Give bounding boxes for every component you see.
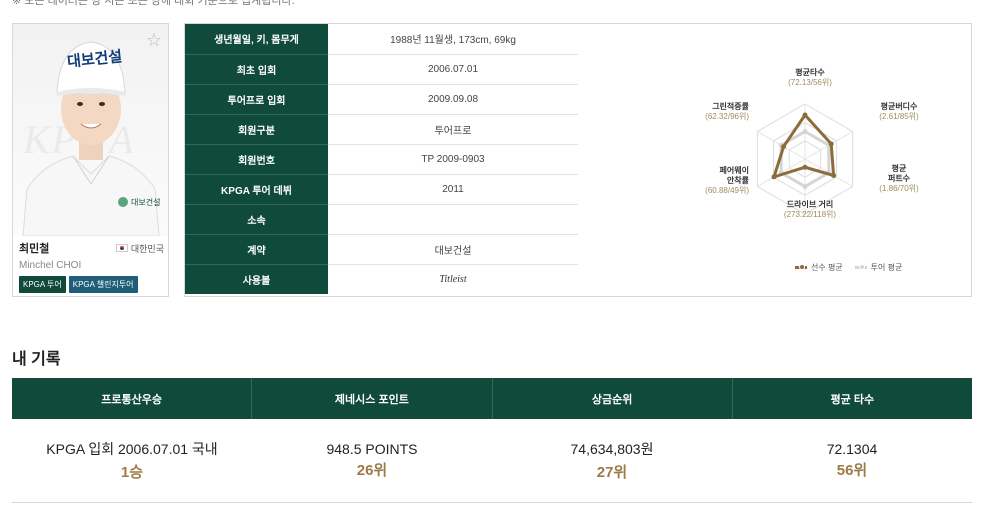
radar-title-drive-distance: 드라이브 거리 (786, 200, 834, 209)
legend-tour-line-icon (854, 264, 867, 270)
player-info-box: 생년월일, 키, 몸무게 1988년 11월생, 173cm, 69kg 최초 입… (184, 23, 972, 297)
radar-label-avg-birdie: 평균버디수 (2.61/85위) (869, 102, 929, 122)
records-cell-prize: 74,634,803원 27위 (492, 419, 732, 502)
legend-tour-label: 투어 평균 (870, 263, 903, 272)
legend-player-label: 선수 평균 (811, 263, 843, 272)
records-header-genesis: 제네시스 포인트 (252, 378, 493, 419)
info-label-birth: 생년월일, 키, 몸무게 (185, 24, 328, 55)
records-wins-main: KPGA 입회 2006.07.01 국내 (46, 441, 218, 457)
info-value-member-type: 투어프로 (328, 114, 578, 145)
records-header-wins: 프로통산우승 (12, 378, 253, 419)
player-english-name: Minchel CHOI (19, 260, 82, 271)
radar-series-player-point (771, 174, 777, 180)
records-prize-main: 74,634,803원 (570, 441, 654, 457)
records-genesis-sub: 26위 (356, 462, 388, 479)
info-label-member-no: 회원번호 (185, 144, 328, 175)
records-cell-genesis: 948.5 POINTS 26위 (252, 419, 492, 502)
radar-title-fairway-2: 안착률 (726, 176, 749, 185)
titleist-logo: Titleist (439, 273, 467, 285)
player-info-table: 생년월일, 키, 몸무게 1988년 11월생, 173cm, 69kg 최초 입… (185, 24, 578, 294)
favorite-star-icon[interactable]: ☆ (146, 30, 162, 51)
radar-value-drive-distance: (273.22/118위) (783, 210, 837, 219)
info-label-member-type: 회원구분 (185, 114, 328, 145)
radar-value-gir: (62.32/96위) (705, 112, 749, 121)
info-label-contract: 계약 (185, 234, 328, 265)
records-avg-score-main: 72.1304 (826, 441, 878, 457)
info-value-tourpro-join: 2009.09.08 (328, 84, 578, 115)
player-country: 대한민국 (115, 242, 164, 255)
records-cell-avg-score: 72.1304 56위 (732, 419, 972, 502)
radar-label-avg-score: 평균타수 (72.13/56위) (780, 68, 840, 88)
radar-label-fairway: 페어웨이 안착률 (60.88/49위) (689, 166, 749, 196)
radar-title-avg-putt-1: 평균 (891, 164, 907, 173)
info-value-affiliation (328, 204, 578, 235)
radar-label-avg-putt: 평균 퍼트수 (1.86/70위) (869, 164, 929, 194)
radar-series-player-point (802, 164, 808, 170)
korea-flag-icon (115, 244, 128, 252)
badge-kpga-challenge-tour[interactable]: KPGA 챌린지투어 (68, 276, 138, 293)
records-wins-sub: 1승 (120, 464, 144, 481)
info-value-contract: 대보건설 (328, 234, 578, 265)
info-value-birth: 1988년 11월생, 173cm, 69kg (328, 24, 578, 55)
info-label-tourpro-join: 투어프로 입회 (185, 84, 328, 115)
radar-series-tour-point (802, 184, 808, 189)
badge-kpga-tour[interactable]: KPGA 투어 (19, 276, 66, 293)
radar-value-avg-putt: (1.86/70위) (879, 184, 919, 193)
radar-series-tour-point (802, 129, 808, 134)
info-label-ball: 사용볼 (185, 264, 328, 294)
player-photo: KPGA 대보건설 대보건설 ☆ (13, 24, 168, 236)
radar-series-player-point (828, 141, 834, 147)
info-value-first-join: 2006.07.01 (328, 54, 578, 85)
radar-title-avg-birdie: 평균버디수 (880, 102, 918, 111)
info-value-debut: 2011 (328, 174, 578, 205)
radar-series-player-point (802, 112, 808, 118)
radar-value-avg-birdie: (2.61/85위) (879, 112, 919, 121)
records-header-avg-score: 평균 타수 (830, 393, 875, 406)
player-card: KPGA 대보건설 대보건설 ☆ 최민철 대한민국 (12, 23, 169, 297)
radar-series-player-point (831, 173, 837, 178)
radar-title-avg-putt-2: 퍼트수 (887, 174, 911, 183)
top-notice: ※ 모든 데이터는 당 시즌 또는 당해 대회 기준으로 집계됩니다. (12, 0, 295, 7)
radar-title-fairway-1: 페어웨이 (719, 166, 749, 175)
radar-chart: 평균타수 (72.13/56위) 평균버디수 (2.61/85위) 평균 퍼트수… (655, 24, 955, 296)
legend-tour: 투어 평균 (854, 262, 903, 273)
records-genesis-main: 948.5 POINTS (326, 441, 418, 457)
records-section-title: 내 기록 (12, 351, 61, 368)
legend-player-line-icon (795, 264, 807, 270)
svg-text:대보건설: 대보건설 (131, 197, 160, 207)
player-name: 최민철 (19, 243, 50, 255)
info-label-first-join: 최초 입회 (185, 54, 328, 85)
legend-player: 선수 평균 (795, 262, 843, 273)
radar-title-gir: 그린적중률 (712, 102, 749, 111)
radar-label-gir: 그린적중률 (62.32/96위) (689, 102, 749, 122)
radar-legend: 선수 평균 투어 평균 (795, 262, 902, 273)
records-table: 프로통산우승 제네시스 포인트 상금순위 평균 타수 KPGA 입회 2006.… (12, 378, 972, 503)
info-label-affiliation: 소속 (185, 204, 328, 235)
info-value-member-no: TP 2009-0903 (328, 144, 578, 175)
radar-value-avg-score: (72.13/56위) (788, 78, 832, 87)
radar-series-player-point (781, 144, 787, 150)
radar-value-fairway: (60.88/49위) (705, 186, 749, 195)
country-label: 대한민국 (130, 243, 164, 254)
records-header-prize-rank: 상금순위 (493, 378, 733, 419)
records-avg-score-sub: 56위 (836, 462, 868, 479)
records-cell-wins: KPGA 입회 2006.07.01 국내 1승 (12, 419, 252, 502)
info-label-debut: KPGA 투어 데뷔 (185, 174, 328, 205)
radar-label-drive-distance: 드라이브 거리 (273.22/118위) (775, 200, 845, 220)
radar-title-avg-score: 평균타수 (795, 68, 825, 77)
records-prize-sub: 27위 (596, 464, 628, 481)
